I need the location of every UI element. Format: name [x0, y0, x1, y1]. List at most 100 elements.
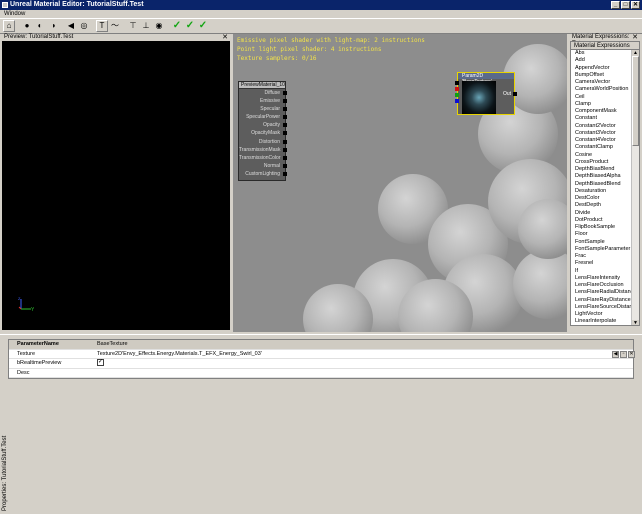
expression-item[interactable]: FontSample	[571, 239, 639, 246]
close-button[interactable]: ✕	[631, 1, 640, 9]
expression-item[interactable]: DepthBiasBlend	[571, 166, 639, 173]
align-bottom-icon[interactable]: ⊥	[140, 20, 152, 32]
browse-icon[interactable]: ▫	[620, 350, 627, 358]
properties-tab[interactable]: Properties: TutorialStuff.Test	[1, 436, 9, 512]
property-row[interactable]: Desc	[9, 369, 633, 378]
expression-item[interactable]: Abs	[571, 50, 639, 57]
expressions-scrollbar[interactable]: ▲ ▼	[631, 50, 639, 325]
node-pin[interactable]: TransmissionMask	[239, 146, 287, 154]
material-node[interactable]: PreviewMaterial_10 Diffuse Emissive Spec…	[238, 81, 287, 181]
node-pin[interactable]: SpecularPower	[239, 113, 287, 121]
expression-item[interactable]: ComponentMask	[571, 108, 639, 115]
property-value[interactable]: ✓	[91, 359, 633, 368]
property-value[interactable]: BaseTexture	[91, 340, 633, 349]
preview-close-icon[interactable]: ✕	[222, 34, 228, 41]
property-grid: ParameterName BaseTexture Texture Textur…	[8, 339, 635, 379]
property-row[interactable]: ParameterName BaseTexture	[9, 340, 633, 350]
expression-item[interactable]: CameraVector	[571, 79, 639, 86]
realtime-preview-checkbox[interactable]: ✓	[97, 359, 104, 367]
maximize-button[interactable]: □	[621, 1, 630, 9]
menu-window[interactable]: Window	[4, 11, 25, 17]
globe-icon[interactable]: ◎	[78, 20, 90, 32]
node-pin[interactable]: Normal	[239, 162, 287, 170]
eye-icon[interactable]: ◉	[153, 20, 165, 32]
curve-icon[interactable]: 〜	[109, 20, 121, 32]
property-value[interactable]	[91, 369, 633, 378]
preview-viewport[interactable]: Z Y	[2, 41, 230, 330]
expression-item[interactable]: DotProduct	[571, 217, 639, 224]
align-top-icon[interactable]: ⊤	[127, 20, 139, 32]
expression-item[interactable]: DestColor	[571, 195, 639, 202]
expression-item[interactable]: DepthBiasedAlpha	[571, 173, 639, 180]
expression-item[interactable]: Cosine	[571, 152, 639, 159]
sphere-alt-icon[interactable]: ◐	[34, 20, 46, 32]
expression-item[interactable]: Desaturation	[571, 188, 639, 195]
expression-item[interactable]: If	[571, 268, 639, 275]
back-icon[interactable]: ◀	[65, 20, 77, 32]
expression-item[interactable]: Constant4Vector	[571, 137, 639, 144]
property-value-texture[interactable]: Texture2D'Envy_Effects.Energy.Materials.…	[91, 350, 635, 359]
expression-item[interactable]: FlipBookSample	[571, 224, 639, 231]
title-bar: Unreal Material Editor: TutorialStuff.Te…	[0, 0, 642, 10]
apply-check-icon[interactable]: ✓	[197, 20, 209, 32]
texture-param-node[interactable]: Param2D 'BaseTexture' Out	[455, 72, 517, 115]
node-pin[interactable]: OpacityMask	[239, 129, 287, 137]
property-row[interactable]: bRealtimePreview ✓	[9, 359, 633, 369]
sphere-icon[interactable]: ●	[21, 20, 33, 32]
node-pin[interactable]: CustomLighting	[239, 170, 287, 178]
use-selected-icon[interactable]: ◀	[612, 350, 619, 358]
expression-item[interactable]: Constant2Vector	[571, 123, 639, 130]
expression-item[interactable]: Add	[571, 57, 639, 64]
texture-output-pin[interactable]	[513, 92, 517, 96]
expression-item[interactable]: Divide	[571, 210, 639, 217]
background-sphere	[518, 199, 567, 259]
apply-check-icon[interactable]: ✓	[184, 20, 196, 32]
expression-item[interactable]: ConstantClamp	[571, 144, 639, 151]
expression-item[interactable]: CrossProduct	[571, 159, 639, 166]
expression-item[interactable]: LensFlareRayDistance	[571, 297, 639, 304]
expression-item[interactable]: LightVector	[571, 311, 639, 318]
property-key: Desc	[17, 369, 30, 376]
pin-green[interactable]	[455, 93, 459, 97]
minimize-button[interactable]: _	[611, 1, 620, 9]
expression-item[interactable]: Constant	[571, 115, 639, 122]
expression-item[interactable]: LensFlareOcclusion	[571, 282, 639, 289]
node-pin[interactable]: Specular	[239, 105, 287, 113]
node-pin[interactable]: Emissive	[239, 97, 287, 105]
expression-item[interactable]: CameraWorldPosition	[571, 86, 639, 93]
expressions-list-header[interactable]: Material Expressions	[571, 42, 639, 50]
node-pin[interactable]: Distortion	[239, 138, 287, 146]
expression-item[interactable]: Frac	[571, 253, 639, 260]
pin-red[interactable]	[455, 87, 459, 91]
expressions-close-icon[interactable]: ✕	[632, 34, 638, 41]
expression-item[interactable]: LensFlareRadialDistance	[571, 289, 639, 296]
material-canvas[interactable]: Emissive pixel shader with light-map: 2 …	[233, 34, 567, 332]
text-icon[interactable]: T	[96, 20, 108, 32]
pin-blue[interactable]	[455, 99, 459, 103]
apply-check-icon[interactable]: ✓	[171, 20, 183, 32]
expression-item[interactable]: Constant3Vector	[571, 130, 639, 137]
expression-item[interactable]: LensFlareIntensity	[571, 275, 639, 282]
node-pin[interactable]: Diffuse	[239, 89, 287, 97]
clear-icon[interactable]: ✕	[628, 350, 635, 358]
expression-item[interactable]: DestDepth	[571, 202, 639, 209]
expression-item[interactable]: DepthBiasedBlend	[571, 181, 639, 188]
expression-item[interactable]: BumpOffset	[571, 72, 639, 79]
node-pin[interactable]: TransmissionColor	[239, 154, 287, 162]
scroll-thumb[interactable]	[632, 56, 639, 146]
sphere-lit-icon[interactable]: ◑	[47, 20, 59, 32]
pin-rgb[interactable]	[455, 81, 459, 85]
expression-item[interactable]: Clamp	[571, 101, 639, 108]
expression-item[interactable]: Ceil	[571, 94, 639, 101]
node-pin[interactable]: Opacity	[239, 121, 287, 129]
expression-item[interactable]: LensFlareSourceDistance	[571, 304, 639, 311]
background-sphere	[513, 249, 567, 319]
expression-item[interactable]: Fresnel	[571, 260, 639, 267]
expression-item[interactable]: AppendVector	[571, 65, 639, 72]
home-icon[interactable]: ⌂	[3, 20, 15, 32]
expression-item[interactable]: LinearInterpolate	[571, 318, 639, 325]
property-row[interactable]: Texture Texture2D'Envy_Effects.Energy.Ma…	[9, 350, 635, 359]
expression-item[interactable]: FontSampleParameter	[571, 246, 639, 253]
expression-item[interactable]: Floor	[571, 231, 639, 238]
menu-bar: Window	[0, 10, 642, 18]
